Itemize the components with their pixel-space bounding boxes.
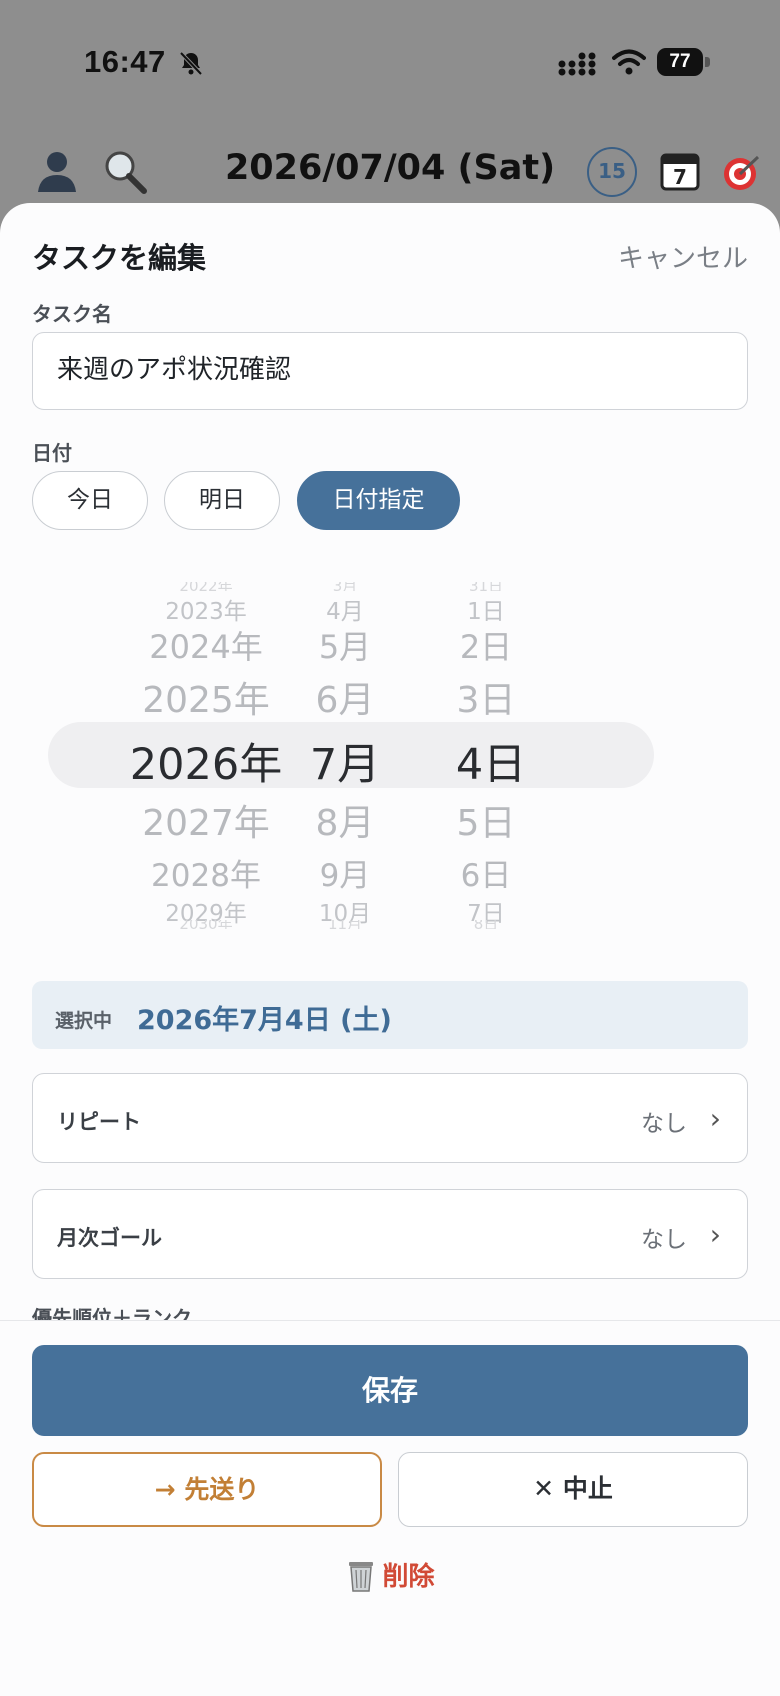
monthly-goal-row[interactable]: 月次ゴール なし ›: [32, 1189, 748, 1279]
battery-level: 77: [657, 48, 703, 76]
battery-icon: 77: [657, 48, 711, 78]
postpone-button[interactable]: → 先送り: [32, 1452, 382, 1527]
sheet-title: タスクを編集: [32, 241, 207, 275]
task-name-label: タスク名: [32, 302, 112, 326]
bell-muted-icon: [179, 51, 203, 76]
priority-rank-label-clip: 優先順位＋ランク: [32, 1306, 192, 1320]
selected-label: 選択中: [55, 1010, 113, 1032]
trash-icon: [349, 1561, 374, 1592]
chip-today[interactable]: 今日: [32, 471, 148, 530]
svg-text:7: 7: [673, 165, 687, 189]
target-icon[interactable]: [722, 152, 762, 192]
picker-day-item[interactable]: 31日: [436, 582, 536, 591]
repeat-value: なし: [641, 1111, 687, 1137]
picker-year-item[interactable]: 2025年: [128, 671, 284, 723]
delete-button[interactable]: 削除: [300, 1556, 480, 1596]
stop-button[interactable]: ✕ 中止: [398, 1452, 748, 1527]
picker-day-item[interactable]: 5日: [436, 794, 536, 846]
picker-month-item[interactable]: 11月: [300, 920, 390, 929]
picker-month-item[interactable]: 9月: [300, 850, 390, 895]
selected-date-value: 2026年7月4日 (土): [137, 1005, 392, 1036]
picker-month-item[interactable]: 4月: [300, 592, 390, 626]
picker-month-item[interactable]: 6月: [300, 671, 390, 723]
date-label: 日付: [32, 441, 72, 465]
calendar-icon[interactable]: 7: [660, 151, 700, 191]
repeat-row[interactable]: リピート なし ›: [32, 1073, 748, 1163]
picker-day-item[interactable]: 2日: [436, 622, 536, 668]
picker-day-item[interactable]: 8日: [436, 920, 536, 929]
status-time: 16:47: [84, 44, 166, 79]
chip-tomorrow[interactable]: 明日: [164, 471, 280, 530]
picker-year-item[interactable]: 2023年: [128, 592, 284, 626]
repeat-label: リピート: [57, 1110, 141, 1134]
picker-month-item[interactable]: 8月: [300, 794, 390, 846]
picker-year-item[interactable]: 2024年: [128, 622, 284, 668]
wifi-icon: [612, 49, 646, 75]
priority-rank-label: 優先順位＋ランク: [32, 1306, 192, 1320]
picker-day-item[interactable]: 3日: [436, 671, 536, 723]
chevron-right-icon: ›: [709, 1102, 721, 1135]
picker-year-item[interactable]: 2030年: [128, 920, 284, 929]
chip-specify-date[interactable]: 日付指定: [297, 471, 460, 530]
picker-year-item[interactable]: 2022年: [128, 582, 284, 591]
picker-day-item[interactable]: 1日: [436, 592, 536, 626]
footer-divider: [0, 1320, 780, 1321]
cancel-button[interactable]: キャンセル: [600, 238, 748, 275]
picker-month-item[interactable]: 5月: [300, 622, 390, 668]
picker-year-selected[interactable]: 2026年: [118, 730, 294, 792]
chevron-right-icon: ›: [709, 1218, 721, 1251]
picker-day-selected[interactable]: 4日: [436, 730, 546, 792]
delete-label: 削除: [382, 1562, 435, 1592]
picker-month-selected[interactable]: 7月: [295, 730, 395, 792]
picker-year-item[interactable]: 2028年: [128, 850, 284, 895]
monthly-goal-label: 月次ゴール: [57, 1226, 162, 1250]
picker-day-item[interactable]: 6日: [436, 850, 536, 895]
save-button[interactable]: 保存: [32, 1345, 748, 1436]
picker-month-item[interactable]: 3月: [300, 582, 390, 591]
cellular-signal-icon: [558, 52, 596, 76]
task-name-input[interactable]: 来週のアポ状況確認: [32, 332, 748, 410]
badge-count[interactable]: 15: [587, 147, 637, 197]
monthly-goal-value: なし: [641, 1227, 687, 1253]
picker-year-item[interactable]: 2027年: [128, 794, 284, 846]
